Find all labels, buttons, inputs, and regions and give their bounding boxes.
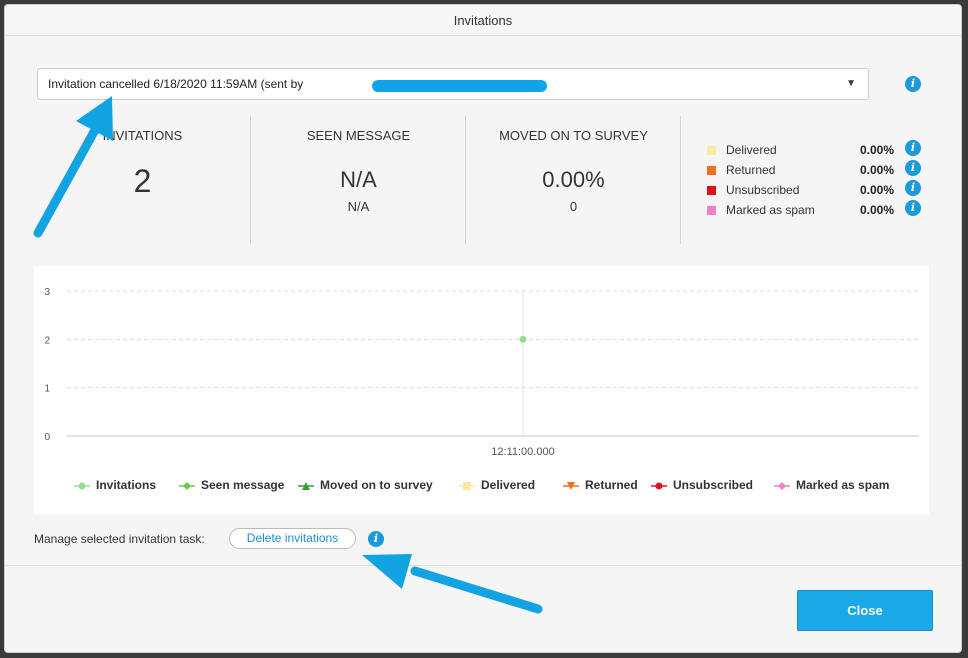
task-info-icon[interactable]: i	[905, 76, 921, 92]
status-stats: Delivered 0.00% i Returned 0.00% i Unsub…	[705, 140, 923, 223]
stat-seen-count: N/A	[347, 199, 370, 214]
status-row-unsubscribed: Unsubscribed 0.00% i	[705, 180, 923, 203]
delivered-info-icon[interactable]: i	[905, 140, 921, 156]
invitations-chart: 0 1 2 3 12:11:00.000 Invitations Seen message…	[34, 266, 929, 514]
redacted-sender	[372, 80, 547, 92]
legend-label: Returned	[585, 478, 638, 492]
invitation-task-select[interactable]: Invitation cancelled 6/18/2020 11:59AM (…	[37, 68, 869, 100]
legend-item[interactable]: Seen message	[179, 478, 284, 492]
stat-moved-label: MOVED ON TO SURVEY	[499, 128, 648, 143]
legend-item[interactable]: Marked as spam	[774, 478, 889, 492]
x-tick-label: 12:11:00.000	[491, 446, 554, 458]
y-tick-label: 0	[44, 432, 50, 443]
spam-info-icon[interactable]: i	[905, 200, 921, 216]
delivered-swatch	[707, 146, 716, 155]
y-tick-label: 2	[44, 335, 50, 346]
status-value: 0.00%	[860, 203, 895, 217]
status-name: Marked as spam	[726, 203, 815, 217]
stat-moved-value: 0.00%	[542, 167, 605, 192]
delete-invitations-button[interactable]: Delete invitations	[229, 528, 356, 549]
chart-plot: 0 1 2 3 12:11:00.000	[44, 287, 919, 458]
status-name: Delivered	[726, 143, 777, 157]
stat-invitations-label: INVITATIONS	[102, 128, 183, 143]
status-row-spam: Marked as spam 0.00% i	[705, 200, 923, 223]
legend-marker-icon	[651, 482, 667, 490]
legend-marker-icon	[298, 481, 314, 490]
legend-marker-icon	[563, 481, 579, 490]
legend-marker-icon	[774, 481, 790, 490]
legend-label: Moved on to survey	[320, 478, 433, 492]
stat-divider	[680, 116, 681, 244]
returned-info-icon[interactable]: i	[905, 160, 921, 176]
unsubscribed-info-icon[interactable]: i	[905, 180, 921, 196]
status-name: Unsubscribed	[726, 183, 800, 197]
dropdown-caret-icon: ▼	[846, 78, 856, 89]
manage-task-label: Manage selected invitation task:	[34, 532, 205, 546]
chart-legend: Invitations Seen message Moved on to surve…	[34, 478, 929, 496]
legend-marker-icon	[179, 481, 195, 490]
legend-marker-icon	[459, 481, 475, 490]
close-button[interactable]: Close	[797, 590, 933, 631]
status-row-returned: Returned 0.00% i	[705, 160, 923, 183]
invitation-task-value: Invitation cancelled 6/18/2020 11:59AM (…	[48, 77, 304, 91]
stat-seen-label: SEEN MESSAGE	[306, 128, 411, 143]
legend-label: Unsubscribed	[673, 478, 754, 492]
legend-label: Marked as spam	[796, 478, 890, 492]
legend-item[interactable]: Delivered	[459, 478, 535, 492]
returned-swatch	[707, 166, 716, 175]
stat-seen-value: N/A	[340, 167, 377, 192]
status-value: 0.00%	[860, 143, 895, 157]
footer-divider	[5, 565, 961, 566]
dialog-title: Invitations	[5, 5, 961, 36]
stat-invitations-value: 2	[133, 163, 152, 199]
legend-label: Delivered	[481, 478, 536, 492]
status-row-delivered: Delivered 0.00% i	[705, 140, 923, 163]
stat-moved-on: MOVED ON TO SURVEY 0.00% 0	[466, 116, 681, 244]
manage-info-icon[interactable]: i	[368, 531, 384, 547]
stat-invitations: INVITATIONS 2	[35, 116, 250, 244]
legend-item[interactable]: Returned	[563, 478, 638, 492]
legend-item[interactable]: Unsubscribed	[651, 478, 753, 492]
y-tick-label: 1	[44, 384, 50, 395]
legend-label: Seen message	[201, 478, 285, 492]
status-value: 0.00%	[860, 163, 895, 177]
legend-label: Invitations	[96, 478, 157, 492]
stat-seen-message: SEEN MESSAGE N/A N/A	[251, 116, 466, 244]
spam-swatch	[707, 206, 716, 215]
status-value: 0.00%	[860, 183, 895, 197]
legend-item[interactable]: Moved on to survey	[298, 478, 433, 492]
invitations-dialog: Invitations Invitation cancelled 6/18/20…	[4, 4, 962, 653]
legend-marker-icon	[74, 482, 90, 490]
status-name: Returned	[726, 163, 776, 177]
stat-moved-count: 0	[569, 199, 578, 214]
legend-item[interactable]: Invitations	[74, 478, 156, 492]
data-point	[519, 335, 527, 343]
unsubscribed-swatch	[707, 186, 716, 195]
y-tick-label: 3	[44, 287, 50, 298]
